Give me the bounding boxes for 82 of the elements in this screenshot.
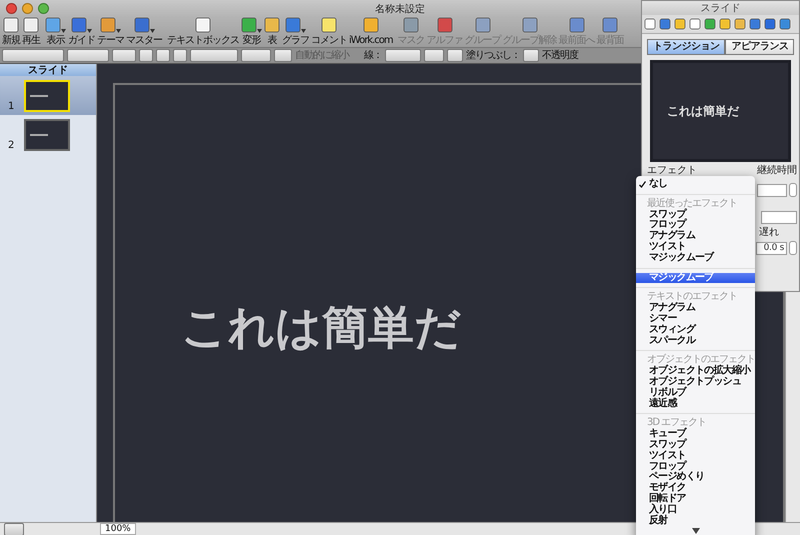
duration-label: 継続時間 [757,165,797,177]
menu-section-header: テキストのエフェクト [646,292,738,302]
underline-button[interactable] [173,49,187,62]
shrink-checkbox-label: 自動的に縮小 [295,50,349,61]
line-width-popup[interactable] [424,49,444,62]
menu-item[interactable]: アナグラム [636,303,755,314]
toolbar-button[interactable]: 表示 [45,17,66,46]
line-label: 線： [364,50,382,61]
toolbar-button[interactable]: iWork.com [349,17,393,46]
duration-stepper[interactable] [789,183,797,197]
toolbar-button[interactable]: 表 [264,17,280,46]
menu-item[interactable]: なし [636,179,755,190]
toolbar-button[interactable]: 変形 [241,17,262,46]
caret-icon [61,29,66,33]
zoom-button[interactable] [38,3,49,14]
columns-popup[interactable] [274,49,292,62]
menu-item[interactable]: 遠近感 [636,398,755,410]
toolbar-button[interactable]: コメント [311,17,347,46]
zoom-popup[interactable]: 100% [100,523,136,535]
menu-item[interactable]: 反射 [636,516,755,526]
caret-icon [257,29,262,33]
menu-item[interactable]: 入り口 [636,504,755,516]
toolbar-button[interactable]: グラフ [282,17,309,46]
close-button[interactable] [6,3,17,14]
toolbar-button[interactable]: 再生 [22,17,40,46]
menu-item[interactable]: スパークル [636,336,755,346]
fill-color-well[interactable] [523,49,539,62]
scroll-down-arrow-icon [692,528,700,534]
sidebar-header: スライド [0,64,96,76]
toolbar-button[interactable]: テキストボックス [167,17,239,46]
menu-section-header: 最近使ったエフェクト [646,198,738,209]
delay-field[interactable]: 0.0 s [756,242,787,254]
minimize-button[interactable] [22,3,33,14]
menu-section-header: オブジェクトのエフェクト [646,355,755,366]
caret-icon [116,29,121,33]
menu-section-header: 3D エフェクト [646,418,708,428]
slide-thumbnail-row[interactable]: 1 [0,76,96,115]
fill-label: 塗りつぶし： [466,50,520,61]
inspector-tab[interactable]: トランジション [646,39,726,55]
slide-thumbnail-row[interactable]: 2 [0,115,96,154]
effect-label: エフェクト [647,165,697,177]
delay-label: 遅れ [759,227,779,239]
menu-item[interactable]: フロップ [636,220,755,232]
menu-item[interactable]: フロップ [636,462,755,472]
bold-button[interactable] [139,49,153,62]
menu-item[interactable]: スワップ [636,440,755,451]
menu-item[interactable]: マジックムーブ [636,272,755,284]
caret-icon [301,29,306,33]
preview-text: これは簡単だ [667,102,739,120]
caret-icon [150,29,154,33]
line-style-popup[interactable] [385,49,421,62]
toolbar-button[interactable]: 新規 [2,17,20,46]
menu-item[interactable]: シマー [636,314,755,325]
direction-popup[interactable] [761,211,797,224]
font-popup[interactable] [67,49,109,62]
toolbar-button[interactable]: テーマ [97,17,124,46]
menu-item[interactable]: リボルブ [636,388,755,399]
menu-item[interactable]: 回転ドア [636,494,755,505]
slide-title[interactable]: これは簡単だ [181,297,461,359]
align-buttons[interactable] [190,49,238,62]
toolbar-button[interactable]: ガイド [68,17,95,46]
checkmark-icon [639,180,646,188]
line-color-well[interactable] [447,49,463,62]
menu-item[interactable]: スウィング [636,324,755,336]
menu-item[interactable]: ツイスト [636,242,755,253]
size-popup[interactable] [112,49,136,62]
spacing-popup[interactable] [241,49,271,62]
inspector-tab[interactable]: アピアランス [725,39,794,55]
menu-item[interactable]: アナグラム [636,231,755,242]
menu-item[interactable]: モザイク [636,483,755,494]
delay-stepper[interactable] [789,241,797,255]
opacity-label: 不透明度 [542,50,578,61]
style-popup[interactable] [2,49,64,62]
italic-button[interactable] [156,49,170,62]
toolbar-button[interactable]: マスター [126,17,162,46]
inspector-title: スライド [700,2,740,15]
menu-item[interactable]: マジックムーブ [636,252,755,264]
view-popup[interactable] [4,522,24,535]
duration-field[interactable] [757,184,787,196]
window-title: 名称未設定 [375,2,425,16]
menu-item[interactable]: オブジェクトプッシュ [636,376,755,388]
caret-icon [87,29,92,33]
